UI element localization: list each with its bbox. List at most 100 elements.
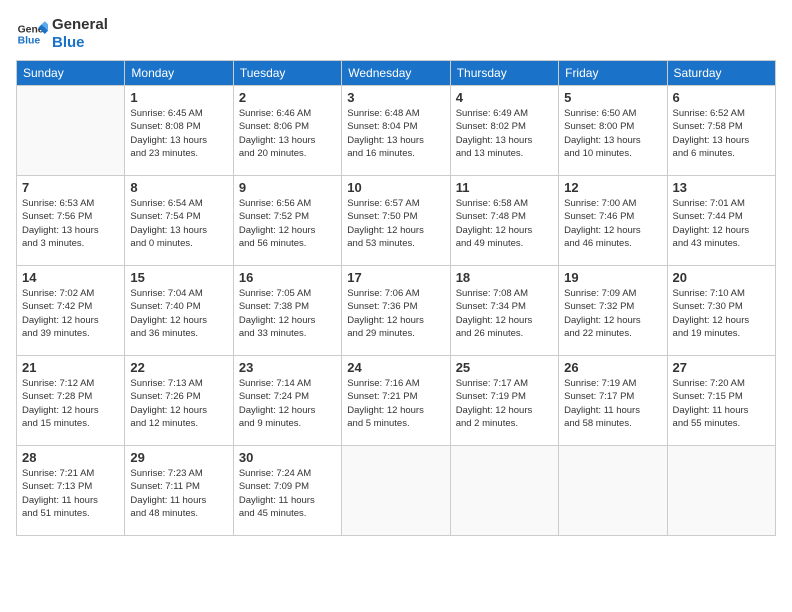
weekday-header-tuesday: Tuesday	[233, 61, 341, 86]
calendar-body: 1Sunrise: 6:45 AMSunset: 8:08 PMDaylight…	[17, 86, 776, 536]
day-info: Sunrise: 7:05 AMSunset: 7:38 PMDaylight:…	[239, 287, 336, 340]
day-number: 13	[673, 180, 770, 195]
day-cell: 17Sunrise: 7:06 AMSunset: 7:36 PMDayligh…	[342, 266, 450, 356]
day-cell: 13 Sunrise: 7:01 AMSunset: 7:44 PMDayligh…	[667, 176, 775, 266]
day-cell: 21 Sunrise: 7:12 AMSunset: 7:28 PMDayligh…	[17, 356, 125, 446]
day-info: Sunrise: 7:01 AMSunset: 7:44 PMDaylight:…	[673, 197, 770, 250]
logo-icon: General Blue	[16, 18, 48, 50]
day-cell: 27Sunrise: 7:20 AMSunset: 7:15 PMDayligh…	[667, 356, 775, 446]
day-number: 11	[456, 180, 553, 195]
day-number: 12	[564, 180, 661, 195]
day-info: Sunrise: 6:54 AMSunset: 7:54 PMDaylight:…	[130, 197, 227, 250]
weekday-header-friday: Friday	[559, 61, 667, 86]
day-info: Sunrise: 7:12 AMSunset: 7:28 PMDaylight:…	[22, 377, 119, 430]
day-number: 10	[347, 180, 444, 195]
day-number: 26	[564, 360, 661, 375]
day-cell: 3 Sunrise: 6:48 AMSunset: 8:04 PMDaylight…	[342, 86, 450, 176]
day-number: 3	[347, 90, 444, 105]
day-number: 2	[239, 90, 336, 105]
day-cell: 24Sunrise: 7:16 AMSunset: 7:21 PMDayligh…	[342, 356, 450, 446]
day-info: Sunrise: 7:09 AMSunset: 7:32 PMDaylight:…	[564, 287, 661, 340]
week-row-3: 14 Sunrise: 7:02 AMSunset: 7:42 PMDayligh…	[17, 266, 776, 356]
day-cell	[667, 446, 775, 536]
day-number: 27	[673, 360, 770, 375]
day-cell: 25Sunrise: 7:17 AMSunset: 7:19 PMDayligh…	[450, 356, 558, 446]
weekday-header-saturday: Saturday	[667, 61, 775, 86]
day-number: 28	[22, 450, 119, 465]
day-info: Sunrise: 7:00 AMSunset: 7:46 PMDaylight:…	[564, 197, 661, 250]
week-row-4: 21 Sunrise: 7:12 AMSunset: 7:28 PMDayligh…	[17, 356, 776, 446]
weekday-header-wednesday: Wednesday	[342, 61, 450, 86]
day-cell: 10 Sunrise: 6:57 AMSunset: 7:50 PMDayligh…	[342, 176, 450, 266]
day-info: Sunrise: 6:48 AMSunset: 8:04 PMDaylight:…	[347, 107, 444, 160]
day-cell: 5 Sunrise: 6:50 AMSunset: 8:00 PMDaylight…	[559, 86, 667, 176]
day-number: 7	[22, 180, 119, 195]
day-info: Sunrise: 7:02 AMSunset: 7:42 PMDaylight:…	[22, 287, 119, 340]
day-cell: 14 Sunrise: 7:02 AMSunset: 7:42 PMDayligh…	[17, 266, 125, 356]
day-cell: 2 Sunrise: 6:46 AMSunset: 8:06 PMDaylight…	[233, 86, 341, 176]
day-number: 5	[564, 90, 661, 105]
day-cell: 15 Sunrise: 7:04 AMSunset: 7:40 PMDayligh…	[125, 266, 233, 356]
day-info: Sunrise: 7:13 AMSunset: 7:26 PMDaylight:…	[130, 377, 227, 430]
day-number: 29	[130, 450, 227, 465]
logo-text-line2: Blue	[52, 34, 108, 52]
day-info: Sunrise: 6:52 AMSunset: 7:58 PMDaylight:…	[673, 107, 770, 160]
day-info: Sunrise: 7:14 AMSunset: 7:24 PMDaylight:…	[239, 377, 336, 430]
svg-text:Blue: Blue	[18, 36, 41, 47]
day-number: 9	[239, 180, 336, 195]
day-number: 21	[22, 360, 119, 375]
day-number: 30	[239, 450, 336, 465]
weekday-header-monday: Monday	[125, 61, 233, 86]
day-cell: 16 Sunrise: 7:05 AMSunset: 7:38 PMDayligh…	[233, 266, 341, 356]
day-cell	[450, 446, 558, 536]
day-number: 14	[22, 270, 119, 285]
day-number: 23	[239, 360, 336, 375]
logo: General Blue General Blue	[16, 16, 108, 52]
calendar-table: SundayMondayTuesdayWednesdayThursdayFrid…	[16, 60, 776, 536]
day-number: 15	[130, 270, 227, 285]
day-cell: 28 Sunrise: 7:21 AMSunset: 7:13 PMDayligh…	[17, 446, 125, 536]
day-cell: 18Sunrise: 7:08 AMSunset: 7:34 PMDayligh…	[450, 266, 558, 356]
day-number: 8	[130, 180, 227, 195]
day-cell: 9 Sunrise: 6:56 AMSunset: 7:52 PMDaylight…	[233, 176, 341, 266]
day-number: 19	[564, 270, 661, 285]
day-info: Sunrise: 6:46 AMSunset: 8:06 PMDaylight:…	[239, 107, 336, 160]
day-number: 25	[456, 360, 553, 375]
day-cell: 7Sunrise: 6:53 AMSunset: 7:56 PMDaylight…	[17, 176, 125, 266]
header: General Blue General Blue	[16, 16, 776, 52]
day-cell: 29 Sunrise: 7:23 AMSunset: 7:11 PMDayligh…	[125, 446, 233, 536]
logo-text-line1: General	[52, 16, 108, 34]
day-cell: 11 Sunrise: 6:58 AMSunset: 7:48 PMDayligh…	[450, 176, 558, 266]
day-cell: 26Sunrise: 7:19 AMSunset: 7:17 PMDayligh…	[559, 356, 667, 446]
day-cell: 20Sunrise: 7:10 AMSunset: 7:30 PMDayligh…	[667, 266, 775, 356]
day-info: Sunrise: 6:50 AMSunset: 8:00 PMDaylight:…	[564, 107, 661, 160]
day-cell: 1Sunrise: 6:45 AMSunset: 8:08 PMDaylight…	[125, 86, 233, 176]
day-info: Sunrise: 7:06 AMSunset: 7:36 PMDaylight:…	[347, 287, 444, 340]
day-info: Sunrise: 6:58 AMSunset: 7:48 PMDaylight:…	[456, 197, 553, 250]
day-info: Sunrise: 7:04 AMSunset: 7:40 PMDaylight:…	[130, 287, 227, 340]
day-cell: 22 Sunrise: 7:13 AMSunset: 7:26 PMDayligh…	[125, 356, 233, 446]
day-info: Sunrise: 7:21 AMSunset: 7:13 PMDaylight:…	[22, 467, 119, 520]
day-cell: 8 Sunrise: 6:54 AMSunset: 7:54 PMDaylight…	[125, 176, 233, 266]
day-cell: 30Sunrise: 7:24 AMSunset: 7:09 PMDayligh…	[233, 446, 341, 536]
day-cell: 12 Sunrise: 7:00 AMSunset: 7:46 PMDayligh…	[559, 176, 667, 266]
day-info: Sunrise: 7:08 AMSunset: 7:34 PMDaylight:…	[456, 287, 553, 340]
day-cell: 19 Sunrise: 7:09 AMSunset: 7:32 PMDayligh…	[559, 266, 667, 356]
week-row-5: 28 Sunrise: 7:21 AMSunset: 7:13 PMDayligh…	[17, 446, 776, 536]
day-number: 22	[130, 360, 227, 375]
day-info: Sunrise: 7:23 AMSunset: 7:11 PMDaylight:…	[130, 467, 227, 520]
weekday-header-row: SundayMondayTuesdayWednesdayThursdayFrid…	[17, 61, 776, 86]
day-cell: 4Sunrise: 6:49 AMSunset: 8:02 PMDaylight…	[450, 86, 558, 176]
day-number: 1	[130, 90, 227, 105]
weekday-header-thursday: Thursday	[450, 61, 558, 86]
day-number: 24	[347, 360, 444, 375]
week-row-2: 7Sunrise: 6:53 AMSunset: 7:56 PMDaylight…	[17, 176, 776, 266]
weekday-header-sunday: Sunday	[17, 61, 125, 86]
day-info: Sunrise: 6:57 AMSunset: 7:50 PMDaylight:…	[347, 197, 444, 250]
day-number: 16	[239, 270, 336, 285]
day-number: 4	[456, 90, 553, 105]
day-cell	[342, 446, 450, 536]
day-cell: 6 Sunrise: 6:52 AMSunset: 7:58 PMDaylight…	[667, 86, 775, 176]
day-number: 6	[673, 90, 770, 105]
day-info: Sunrise: 6:56 AMSunset: 7:52 PMDaylight:…	[239, 197, 336, 250]
